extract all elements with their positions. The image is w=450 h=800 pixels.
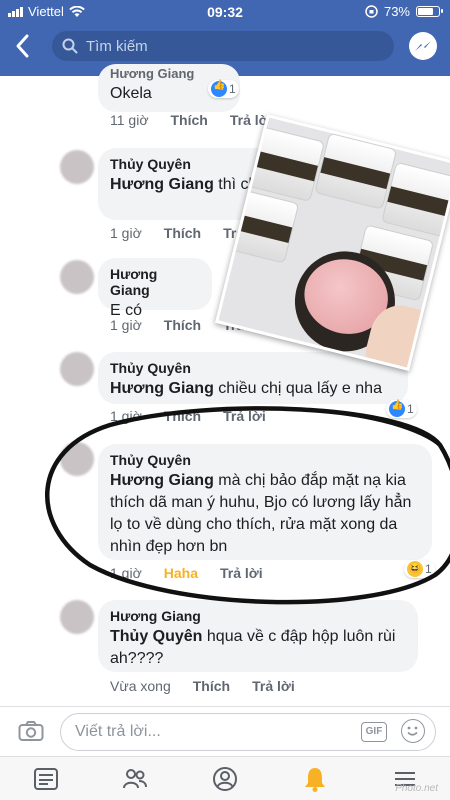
avatar[interactable]: [60, 442, 94, 476]
news-feed-icon[interactable]: [32, 765, 60, 793]
like-button[interactable]: Thích: [164, 408, 201, 424]
comment-author[interactable]: Thủy Quyên: [110, 452, 420, 468]
mention-link[interactable]: Hương Giang: [110, 176, 214, 193]
mention-link[interactable]: Hương Giang: [110, 380, 214, 397]
comment-time: 1 giờ: [110, 408, 142, 424]
comment-actions: 1 giờ Thích Trả lời: [110, 408, 266, 424]
haha-button[interactable]: Haha: [164, 565, 198, 581]
comment-bubble: Hương Giang Thủy Quyên hqua về c đập hộp…: [98, 600, 418, 672]
tab-bar: Photo.net: [0, 756, 450, 800]
reply-bar: GIF: [0, 706, 450, 756]
comment-time: 1 giờ: [110, 317, 142, 333]
orientation-lock-icon: [365, 5, 378, 18]
like-button[interactable]: Thích: [164, 317, 201, 333]
avatar[interactable]: [60, 352, 94, 386]
comment-actions: 11 giờ Thích Trả lời: [110, 112, 272, 128]
avatar[interactable]: [60, 260, 94, 294]
reply-button[interactable]: Trả lời: [220, 565, 263, 581]
comment-bubble: Thủy Quyên Hương Giang chiều chị qua lấy…: [98, 352, 408, 404]
search-icon: [62, 38, 78, 54]
battery-icon: [416, 6, 443, 17]
notifications-icon[interactable]: [301, 765, 329, 793]
chevron-left-icon: [16, 34, 29, 58]
comment-author[interactable]: Thủy Quyên: [110, 360, 396, 376]
comment-bubble: Thủy Quyên Hương Giang mà chị bảo đắp mặ…: [98, 444, 432, 560]
product-jar: [242, 124, 325, 203]
avatar[interactable]: [60, 150, 94, 184]
reply-field[interactable]: GIF: [60, 713, 436, 751]
reply-button[interactable]: Trả lời: [223, 408, 266, 424]
like-reaction-icon: [211, 80, 227, 97]
reaction-count[interactable]: 1: [208, 80, 239, 98]
like-button[interactable]: Thích: [171, 112, 208, 128]
smiley-icon: [407, 726, 418, 736]
avatar[interactable]: [60, 600, 94, 634]
reply-input[interactable]: [75, 723, 345, 741]
back-button[interactable]: [14, 33, 40, 59]
like-button[interactable]: Thích: [164, 225, 201, 241]
profile-icon[interactable]: [211, 765, 239, 793]
status-bar: Viettel 09:32 73%: [0, 0, 450, 22]
messenger-icon: [415, 41, 431, 51]
gif-button[interactable]: GIF: [361, 722, 387, 742]
haha-reaction-icon: 😆: [407, 561, 423, 577]
reply-button[interactable]: Trả lời: [252, 678, 295, 694]
reaction-count[interactable]: 1: [386, 400, 417, 418]
like-reaction-icon: [389, 400, 405, 417]
comment-time: 11 giờ: [110, 112, 149, 128]
comment-author[interactable]: Hương Giang: [110, 66, 228, 81]
battery-percent: 73%: [383, 4, 410, 19]
mention-link[interactable]: Thủy Quyên: [110, 628, 202, 645]
product-jar: [314, 132, 398, 210]
comment-text: chiều chị qua lấy e nha: [213, 380, 382, 397]
comment-time: Vừa xong: [110, 678, 171, 694]
search-bar[interactable]: [52, 31, 394, 61]
messenger-button[interactable]: [409, 32, 437, 60]
comment-actions: 1 giờ Haha Trả lời: [110, 565, 263, 581]
comment-text: Okela: [110, 85, 152, 102]
comment-author[interactable]: Hương Giang: [110, 608, 406, 624]
like-button[interactable]: Thích: [193, 678, 230, 694]
comment-time: 1 giờ: [110, 225, 142, 241]
comment-author[interactable]: Hương Giang: [110, 266, 200, 298]
friends-icon[interactable]: [121, 765, 149, 793]
watermark: Photo.net: [395, 783, 438, 794]
comment-time: 1 giờ: [110, 565, 142, 581]
comment-bubble: Hương Giang E có: [98, 258, 212, 319]
reaction-count[interactable]: 😆 1: [404, 560, 435, 578]
camera-icon[interactable]: [18, 720, 44, 742]
mention-link[interactable]: Hương Giang: [110, 472, 214, 489]
emoji-button[interactable]: [401, 719, 425, 743]
product-jar: [381, 161, 450, 239]
status-right: 73%: [365, 4, 443, 19]
search-input[interactable]: [86, 37, 366, 55]
comment-actions: Vừa xong Thích Trả lời: [110, 678, 295, 694]
